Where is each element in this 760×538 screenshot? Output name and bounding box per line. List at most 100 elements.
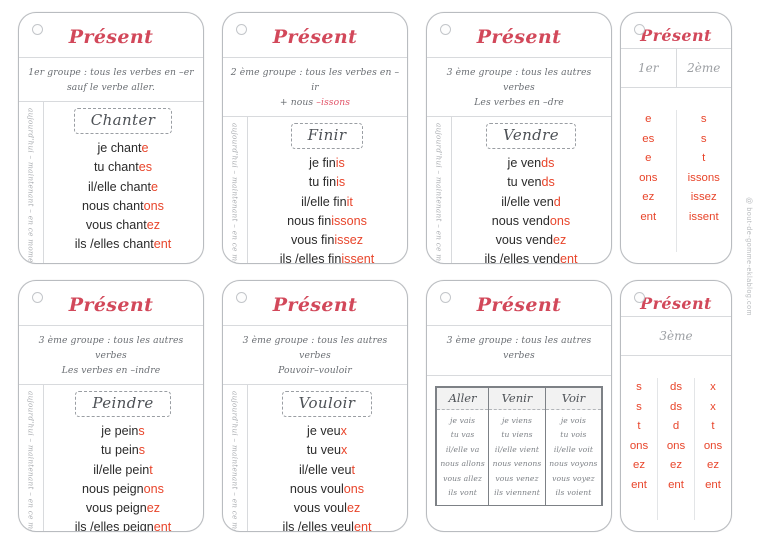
verb-card-irregular[interactable]: Présent 3 ème groupe : tous les autres v… bbox=[426, 280, 612, 532]
ending-item: d bbox=[672, 420, 680, 433]
time-markers-text: aujourd'hui – maintenant – en ce moment bbox=[230, 123, 240, 264]
conjugation-line: il/elle va bbox=[445, 444, 480, 454]
card-title: Présent bbox=[68, 26, 154, 48]
verb-ending: is bbox=[335, 156, 345, 170]
verb-stem: vous voul bbox=[293, 501, 347, 516]
conjugation-area: Peindre je peins tu peins il/elle peint … bbox=[43, 385, 203, 532]
conjugation-line: ils voient bbox=[555, 488, 592, 498]
ending-item: e bbox=[645, 152, 652, 165]
conjugation-row: vous voulez bbox=[247, 499, 407, 518]
ending-item: ez bbox=[632, 459, 646, 472]
conjugation-row: ils /elles finissent bbox=[247, 250, 407, 264]
card-subtitle: 1er groupe : tous les verbes en –er sauf… bbox=[19, 58, 203, 101]
table-col-header: Aller bbox=[435, 387, 490, 410]
endings-bookmark-bottom[interactable]: Présent 3ème s s t ons ez ent ds ds d on… bbox=[620, 280, 732, 532]
verb-card-peindre[interactable]: Présent 3 ème groupe : tous les autres v… bbox=[18, 280, 204, 532]
conjugation-row: nous chantons bbox=[43, 197, 203, 216]
endings-bookmark-top[interactable]: Présent 1er 2ème e es e ons ez ent s s t… bbox=[620, 12, 732, 264]
conjugation-row: ils /elles veulent bbox=[247, 518, 407, 531]
ending-item: t bbox=[702, 152, 706, 165]
infinitive-box: Finir bbox=[290, 123, 364, 149]
hole-punch-icon bbox=[236, 24, 247, 35]
card-title: Présent bbox=[272, 294, 358, 316]
infinitive-label: Peindre bbox=[92, 394, 154, 412]
infinitive-box: Peindre bbox=[75, 391, 171, 417]
infinitive-box: Chanter bbox=[73, 108, 173, 134]
verb-ending: issent bbox=[341, 252, 375, 264]
verb-card-vendre[interactable]: Présent 3 ème groupe : tous les autres v… bbox=[426, 12, 612, 264]
card-body: Aller Venir Voir je vais tu vas il/elle … bbox=[427, 375, 611, 531]
conjugation-area: Chanter je chante tu chantes il/elle cha… bbox=[43, 102, 203, 255]
conjugation-line: nous venons bbox=[492, 459, 542, 469]
conjugation-row: tu vends bbox=[451, 173, 611, 192]
hole-punch-icon bbox=[634, 292, 645, 303]
ending-item: ez bbox=[642, 191, 655, 204]
verb-stem: il/elle veu bbox=[298, 462, 352, 477]
verb-stem: il/elle fin bbox=[301, 194, 347, 209]
conjugation-row: nous voulons bbox=[247, 480, 407, 499]
ending-item: x bbox=[710, 381, 716, 393]
verb-stem: nous chant bbox=[82, 198, 144, 213]
verb-stem: tu fin bbox=[308, 175, 337, 190]
card-title: Présent bbox=[476, 294, 562, 316]
site-watermark: @ bout-de-gomme-eklablog.com bbox=[745, 197, 752, 316]
infinitive-label: Finir bbox=[307, 126, 347, 144]
endings-column: x x t ons ez ent bbox=[695, 378, 731, 520]
infinitive-label: Vouloir bbox=[298, 394, 356, 412]
card-subtitle: 3 ème groupe : tous les autres verbes Le… bbox=[19, 326, 203, 384]
side-strip: aujourd'hui – maintenant – en ce moment bbox=[19, 102, 44, 263]
conjugation-row: je veux bbox=[247, 422, 407, 441]
conjugation-row: tu chantes bbox=[43, 158, 203, 177]
conjugation-line: ils vont bbox=[448, 488, 477, 498]
verb-ending: ds bbox=[541, 175, 555, 190]
verb-stem: vous vend bbox=[495, 233, 554, 248]
group-header: 3ème bbox=[659, 329, 693, 343]
ending-item: e bbox=[645, 113, 652, 125]
conjugation-line: vous allez bbox=[443, 473, 483, 483]
hole-punch-icon bbox=[440, 292, 451, 303]
bookmark-header-row: 1er 2ème bbox=[621, 48, 731, 88]
verb-stem: nous vend bbox=[491, 213, 550, 228]
verb-card-vouloir[interactable]: Présent 3 ème groupe : tous les autres v… bbox=[222, 280, 408, 532]
infinitive-label: Chanter bbox=[90, 111, 156, 129]
verb-ending: ez bbox=[553, 233, 567, 248]
verb-ending: ent bbox=[153, 520, 172, 532]
conjugation-row: tu finis bbox=[247, 173, 407, 192]
subtitle-line-2: Les verbes en –dre bbox=[474, 97, 564, 108]
subtitle-line-2: Pouvoir–vouloir bbox=[278, 365, 352, 376]
conjugation-list: je veux tu veux il/elle veut nous voulon… bbox=[247, 420, 407, 531]
cell-lines: je vais tu vas il/elle va nous allons vo… bbox=[437, 410, 488, 505]
verb-stem: tu veu bbox=[306, 443, 341, 458]
card-body: aujourd'hui – maintenant – en ce moment … bbox=[19, 101, 203, 263]
conjugation-list: je peins tu peins il/elle peint nous pei… bbox=[43, 420, 203, 532]
card-title: Présent bbox=[272, 26, 358, 48]
conjugation-row: il/elle finit bbox=[247, 193, 407, 212]
ending-item: s bbox=[636, 381, 642, 393]
verb-card-chanter[interactable]: Présent 1er groupe : tous les verbes en … bbox=[18, 12, 204, 264]
subtitle-line-2: sauf le verbe aller. bbox=[66, 82, 156, 93]
conjugation-row: ils /elles vendent bbox=[451, 250, 611, 264]
ending-item: ds bbox=[669, 381, 683, 393]
ending-item: s bbox=[700, 132, 707, 145]
hole-punch-icon bbox=[440, 24, 451, 35]
verb-ending: ent bbox=[560, 252, 578, 264]
subtitle-line-1: 2 ème groupe : tous les verbes en –ir bbox=[230, 67, 400, 93]
conjugation-row: ils /elles peignent bbox=[43, 518, 203, 532]
verb-ending: ez bbox=[346, 501, 361, 516]
card-title: Présent bbox=[68, 294, 154, 316]
subtitle-highlight: –issons bbox=[316, 97, 351, 108]
table-row: je vais tu vas il/elle va nous allons vo… bbox=[435, 409, 603, 506]
conjugation-line: tu vas bbox=[450, 430, 475, 440]
verb-stem: je ven bbox=[507, 156, 542, 170]
verb-card-finir[interactable]: Présent 2 ème groupe : tous les verbes e… bbox=[222, 12, 408, 264]
time-markers-text: aujourd'hui – maintenant – en ce moment bbox=[26, 391, 36, 532]
conjugation-area: Vouloir je veux tu veux il/elle veut nou… bbox=[247, 385, 407, 531]
subtitle-line-2: Les verbes en –indre bbox=[61, 365, 161, 376]
ending-item: ez bbox=[706, 459, 720, 472]
verb-stem: tu chant bbox=[93, 160, 139, 175]
verb-stem: il/elle ven bbox=[501, 194, 554, 209]
verb-stem: ils /elles peign bbox=[74, 520, 154, 532]
irregular-verbs-table: Aller Venir Voir je vais tu vas il/elle … bbox=[435, 387, 603, 506]
conjugation-area: Vendre je vends tu vends il/elle vend no… bbox=[451, 117, 611, 264]
verb-ending: s bbox=[138, 443, 146, 458]
